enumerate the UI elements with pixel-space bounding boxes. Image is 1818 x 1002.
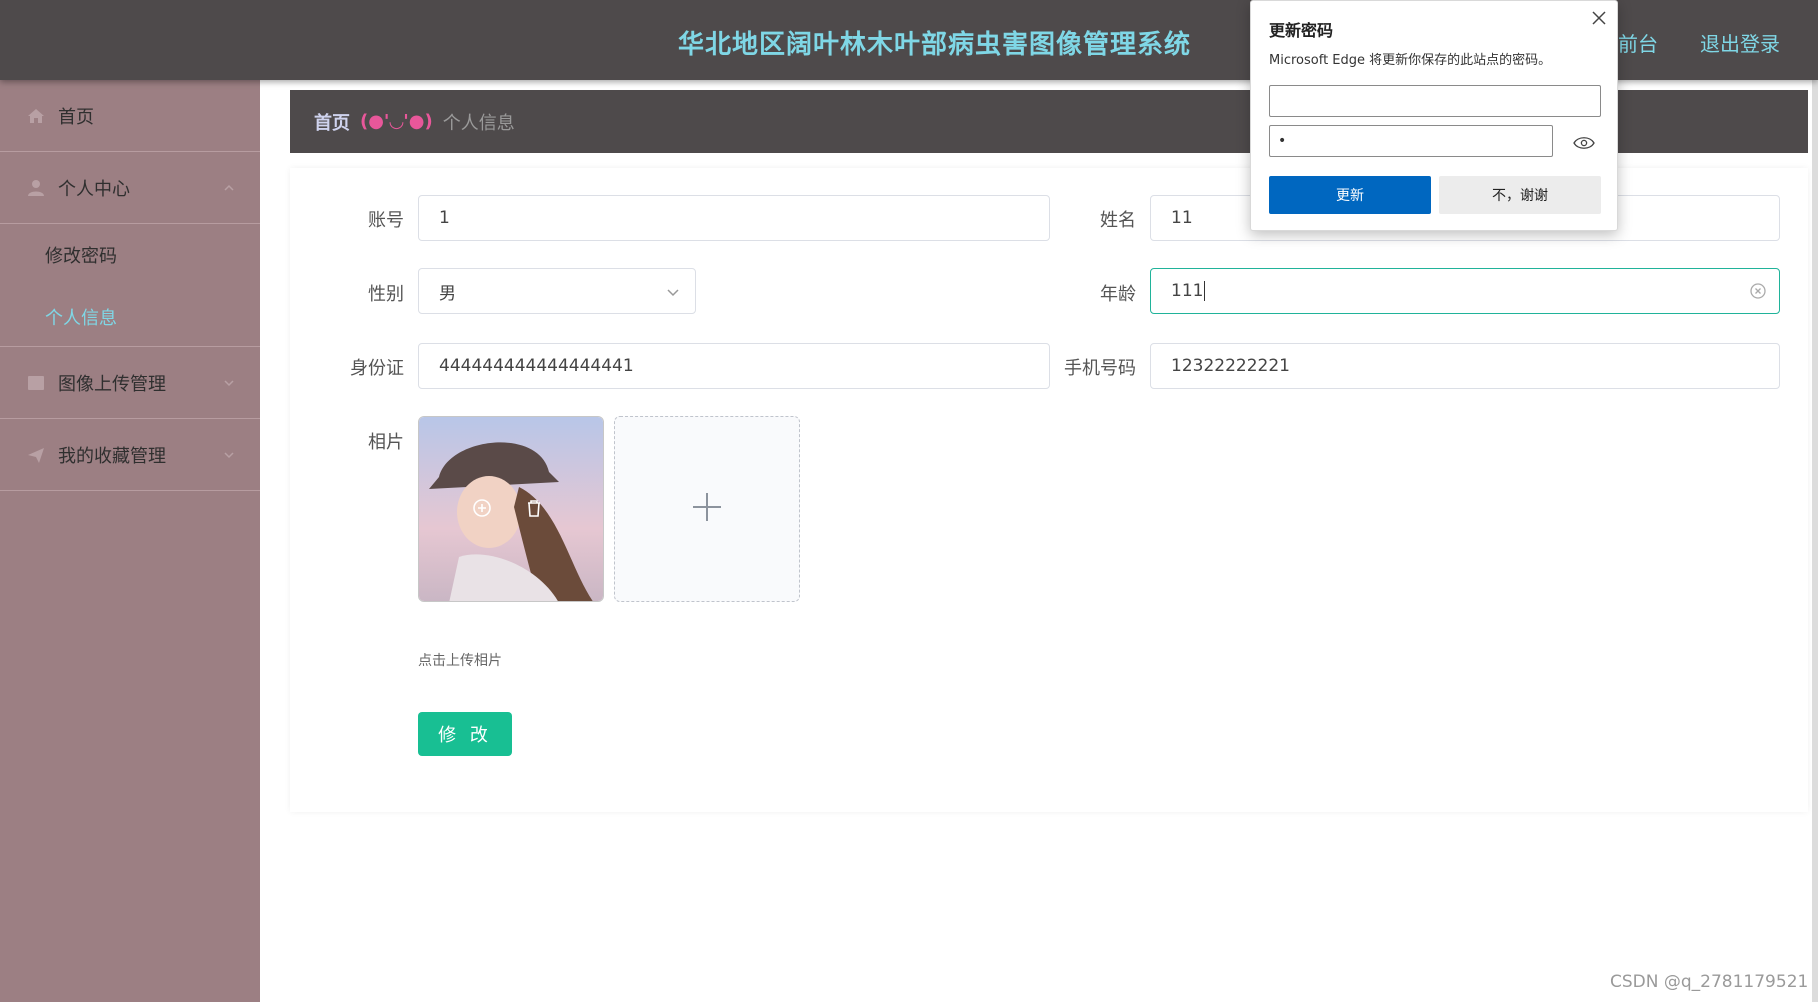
account-input[interactable]: 1 <box>418 195 1050 241</box>
chevron-down-icon <box>665 284 681 305</box>
upload-photo-button[interactable] <box>614 416 800 602</box>
sidebar-item-personal-info[interactable]: 个人信息 <box>0 286 260 348</box>
id-card-input[interactable]: 444444444444444441 <box>418 343 1050 389</box>
scrollbar[interactable] <box>1812 80 1818 1002</box>
id-card-value: 444444444444444441 <box>439 356 634 376</box>
sidebar-item-favorites[interactable]: 我的收藏管理 <box>0 419 260 491</box>
sidebar-item-label: 个人中心 <box>58 178 130 200</box>
text-caret <box>1204 281 1206 301</box>
name-label: 姓名 <box>1100 210 1136 231</box>
no-thanks-button[interactable]: 不，谢谢 <box>1439 176 1601 214</box>
sidebar-item-label: 个人信息 <box>45 308 117 329</box>
breadcrumb-home[interactable]: 首页 <box>314 109 350 135</box>
uploaded-photo[interactable] <box>418 416 604 602</box>
zoom-in-icon[interactable] <box>471 497 493 523</box>
account-label: 账号 <box>368 210 404 231</box>
age-label: 年龄 <box>1100 284 1136 305</box>
sidebar-item-label: 我的收藏管理 <box>58 445 166 467</box>
clear-icon[interactable] <box>1749 282 1767 305</box>
send-icon <box>24 443 48 467</box>
upload-hint: 点击上传相片 <box>418 653 502 669</box>
close-icon[interactable] <box>1588 7 1610 29</box>
sidebar-item-home[interactable]: 首页 <box>0 80 260 152</box>
popup-password-input[interactable]: • <box>1269 125 1553 157</box>
sidebar-item-label: 首页 <box>58 106 94 128</box>
delete-icon[interactable] <box>523 497 545 523</box>
age-value: 111 <box>1171 281 1204 301</box>
watermark: CSDN @q_2781179521 <box>1610 972 1809 992</box>
sidebar-item-label: 图像上传管理 <box>58 373 166 395</box>
age-input[interactable]: 111 <box>1150 268 1780 314</box>
chevron-down-icon <box>222 446 236 467</box>
name-value: 11 <box>1171 208 1193 228</box>
chevron-down-icon <box>222 374 236 395</box>
home-icon <box>24 104 48 128</box>
breadcrumb-separator: (●'◡'●) <box>360 111 433 132</box>
phone-label: 手机号码 <box>1064 358 1136 379</box>
portrait-photo <box>419 417 603 601</box>
update-password-button[interactable]: 更新 <box>1269 176 1431 214</box>
phone-input[interactable]: 12322222221 <box>1150 343 1780 389</box>
eye-icon[interactable] <box>1573 135 1595 154</box>
app-title: 华北地区阔叶林木叶部病虫害图像管理系统 <box>678 30 1192 60</box>
breadcrumb-current: 个人信息 <box>442 112 515 134</box>
sidebar-item-label: 修改密码 <box>45 246 117 267</box>
sidebar-item-image-upload[interactable]: 图像上传管理 <box>0 347 260 419</box>
chevron-up-icon <box>222 179 236 200</box>
id-card-label: 身份证 <box>350 358 404 379</box>
popup-password-value: • <box>1278 133 1287 149</box>
gender-value: 男 <box>439 283 456 304</box>
account-value: 1 <box>439 208 450 228</box>
plus-icon <box>691 491 723 527</box>
sidebar: 首页 个人中心 修改密码 个人信息 图像上传管理 我的收藏管理 <box>0 80 260 1002</box>
modify-button[interactable]: 修 改 <box>418 712 512 756</box>
photo-label: 相片 <box>368 432 404 453</box>
user-icon <box>24 176 48 200</box>
logout-link[interactable]: 退出登录 <box>1700 28 1780 57</box>
sidebar-item-change-password[interactable]: 修改密码 <box>0 224 260 286</box>
popup-username-input[interactable] <box>1269 85 1601 117</box>
image-icon <box>24 371 48 395</box>
phone-value: 12322222221 <box>1171 356 1290 376</box>
sidebar-item-personal-center[interactable]: 个人中心 <box>0 152 260 224</box>
gender-label: 性别 <box>368 284 404 305</box>
popup-description: Microsoft Edge 将更新你保存的此站点的密码。 <box>1269 53 1552 68</box>
popup-title: 更新密码 <box>1269 21 1334 40</box>
gender-select[interactable]: 男 <box>418 268 696 314</box>
edge-password-popup: 更新密码 Microsoft Edge 将更新你保存的此站点的密码。 • 更新 … <box>1250 0 1618 231</box>
